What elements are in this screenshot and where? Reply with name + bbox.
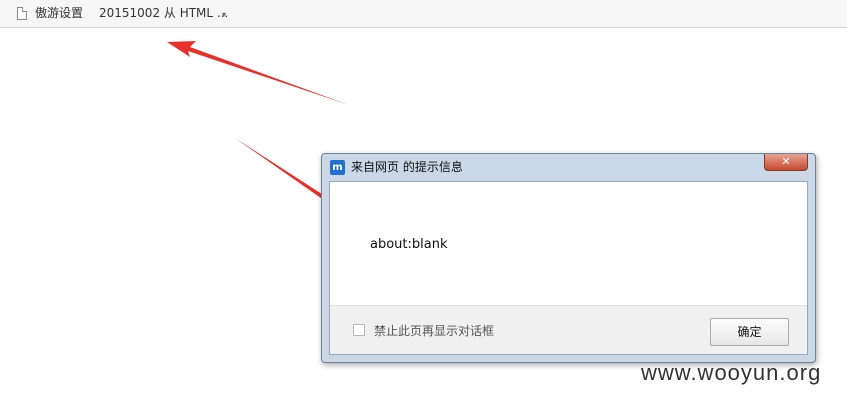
close-button[interactable]: ✕	[764, 154, 808, 171]
annotation-arrow-1	[167, 41, 349, 105]
watermark: www.wooyun.org	[641, 360, 822, 385]
suppress-dialogs-checkbox[interactable]	[353, 324, 365, 336]
close-icon: ✕	[781, 155, 791, 168]
dialog-body: about:blank 禁止此页再显示对话框 确定	[329, 181, 808, 355]
alert-dialog: m 来自网页 的提示信息 ✕ about:blank 禁止此页再显示对话框 确定	[321, 153, 816, 363]
dialog-title: 来自网页 的提示信息	[351, 160, 463, 174]
dialog-message: about:blank	[370, 237, 448, 252]
ok-button[interactable]: 确定	[710, 318, 789, 346]
dialog-footer: 禁止此页再显示对话框 确定	[330, 305, 807, 354]
maxthon-icon: m	[330, 160, 345, 175]
dialog-titlebar[interactable]: m 来自网页 的提示信息 ✕	[322, 154, 815, 181]
suppress-dialogs-label[interactable]: 禁止此页再显示对话框	[374, 322, 494, 339]
